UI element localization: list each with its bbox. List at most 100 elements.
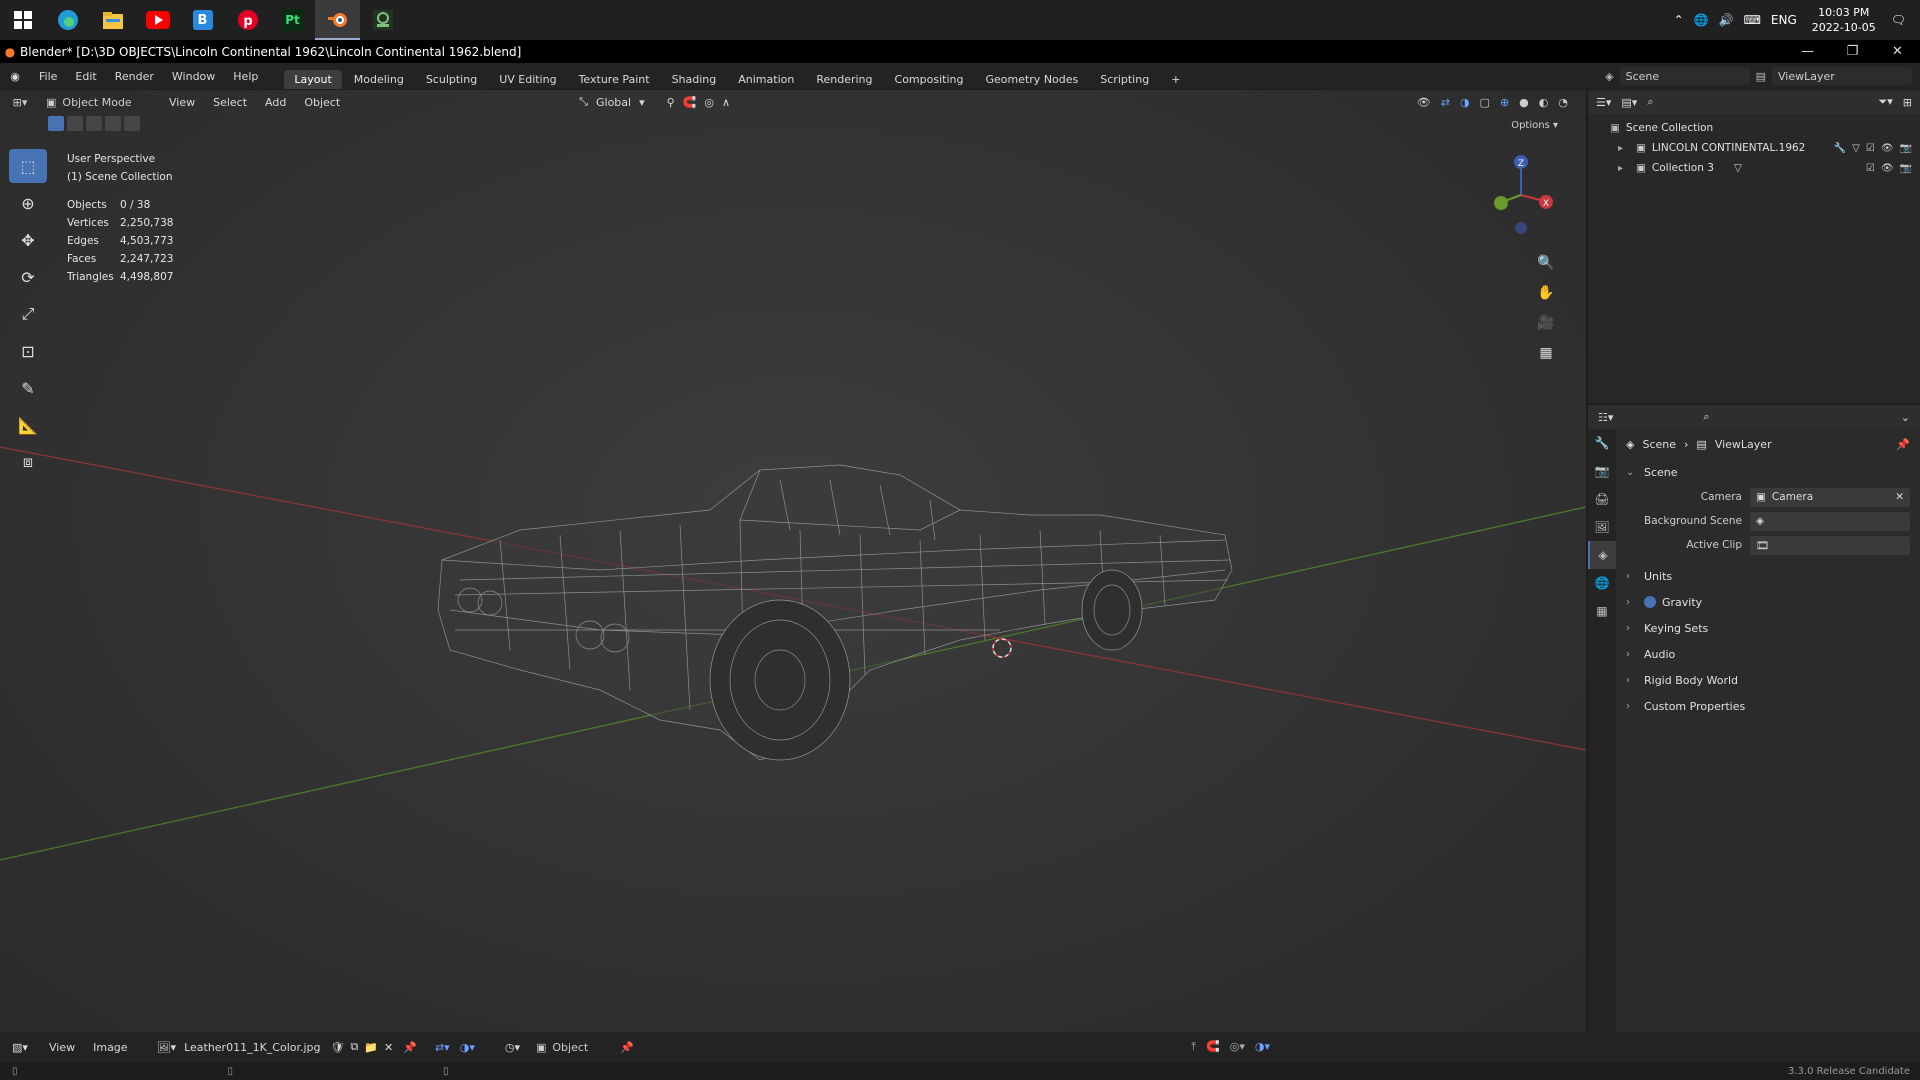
tab-geometry-nodes[interactable]: Geometry Nodes: [975, 70, 1088, 89]
snap-icon[interactable]: 🧲: [683, 96, 697, 109]
image-editor-icon[interactable]: ▧▾: [0, 1041, 40, 1054]
globe-icon[interactable]: 🌐: [1694, 13, 1709, 27]
clear-icon[interactable]: ✕: [1895, 491, 1904, 503]
world-tab-icon[interactable]: 🌐: [1588, 569, 1616, 597]
tab-shading[interactable]: Shading: [662, 70, 727, 89]
expand-arrow-icon[interactable]: ▸: [1618, 143, 1630, 154]
scale-tool-icon[interactable]: ⤢: [9, 297, 47, 331]
render-tab-icon[interactable]: 📷: [1588, 457, 1616, 485]
app-icon[interactable]: [360, 0, 405, 40]
tab-modeling[interactable]: Modeling: [344, 70, 414, 89]
pin-icon[interactable]: 📌: [620, 1041, 634, 1054]
overlay-toggle-icon[interactable]: ◑▾: [1255, 1040, 1270, 1054]
material-shading-icon[interactable]: ◐: [1539, 96, 1549, 109]
tab-animation[interactable]: Animation: [728, 70, 804, 89]
tab-compositing[interactable]: Compositing: [885, 70, 974, 89]
bottom-menu-view[interactable]: View: [40, 1041, 84, 1054]
search-icon[interactable]: ⌕: [1703, 410, 1709, 424]
close-icon[interactable]: ✕: [384, 1041, 393, 1054]
select-box-tool-icon[interactable]: ⬚: [9, 149, 47, 183]
pin-icon[interactable]: 📌: [403, 1041, 417, 1054]
proportional-edit-icon[interactable]: ◎: [704, 96, 714, 109]
menu-render[interactable]: Render: [106, 70, 163, 83]
keyboard-icon[interactable]: ⌨: [1744, 13, 1761, 27]
panel-audio[interactable]: › Audio: [1616, 641, 1920, 667]
pan-hand-icon[interactable]: ✋: [1533, 280, 1559, 306]
move-tool-icon[interactable]: ✥: [9, 223, 47, 257]
panel-keying-sets[interactable]: › Keying Sets: [1616, 615, 1920, 641]
tab-texture-paint[interactable]: Texture Paint: [569, 70, 660, 89]
viewlayer-selector[interactable]: ViewLayer: [1772, 67, 1912, 85]
select-new-icon[interactable]: [48, 116, 64, 131]
render-camera-icon[interactable]: 📷: [1900, 163, 1912, 174]
duplicate-icon[interactable]: ⧉: [350, 1040, 358, 1054]
wireframe-shading-icon[interactable]: ⊕: [1500, 96, 1509, 109]
select-intersect-icon[interactable]: [124, 116, 140, 131]
viewport-menu-add[interactable]: Add: [256, 96, 295, 109]
panel-scene-header[interactable]: ⌄ Scene: [1616, 459, 1920, 485]
clock[interactable]: 10:03 PM 2022-10-05: [1807, 5, 1881, 35]
zoom-icon[interactable]: 🔍: [1533, 250, 1559, 276]
chevron-up-icon[interactable]: ⌃: [1674, 13, 1684, 27]
mode-selector[interactable]: ▣ Object Mode: [40, 93, 150, 111]
expand-arrow-icon[interactable]: ▸: [1618, 163, 1630, 174]
outliner[interactable]: ☰▾ ▤▾ ⌕ ⏷▾ ⊞ ▣ Scene Collection ▸ ▣ LINC…: [1588, 90, 1920, 403]
tab-uv-editing[interactable]: UV Editing: [489, 70, 566, 89]
background-scene-field[interactable]: ◈: [1750, 511, 1910, 531]
xray-toggle-icon[interactable]: ▢: [1480, 96, 1490, 109]
image-browse-icon[interactable]: 🖼▾: [157, 1041, 177, 1054]
blender-icon[interactable]: [315, 0, 360, 40]
pin-icon[interactable]: 📌: [1896, 438, 1920, 451]
proportional-edit-icon[interactable]: ◎▾: [1230, 1040, 1245, 1054]
measure-tool-icon[interactable]: 📐: [9, 408, 47, 442]
falloff-icon[interactable]: ∧: [722, 96, 730, 109]
include-checkbox[interactable]: ☑: [1866, 143, 1875, 154]
select-subtract-icon[interactable]: [86, 116, 102, 131]
tab-rendering[interactable]: Rendering: [806, 70, 882, 89]
edge-icon[interactable]: [45, 0, 90, 40]
panel-gravity[interactable]: › Gravity: [1616, 589, 1920, 615]
scene-tab-icon[interactable]: ◈: [1588, 541, 1616, 569]
tab-sculpting[interactable]: Sculpting: [416, 70, 487, 89]
fake-user-icon[interactable]: 🛡: [331, 1041, 345, 1054]
menu-file[interactable]: File: [30, 70, 66, 83]
options-dropdown[interactable]: Options ▾: [1511, 120, 1558, 131]
outliner-row-collection3[interactable]: ▸ ▣ Collection 3 ▽ ☑ 👁 📷: [1588, 158, 1920, 178]
gizmo-toggle-icon[interactable]: ⇄▾: [435, 1041, 450, 1054]
chevron-down-icon[interactable]: ⌄: [1901, 411, 1910, 424]
3d-viewport[interactable]: ⊞▾ ▣ Object Mode View Select Add Object …: [0, 90, 1586, 1032]
file-explorer-icon[interactable]: [90, 0, 135, 40]
outliner-scene-collection[interactable]: ▣ Scene Collection: [1588, 118, 1920, 138]
viewport-type-icon[interactable]: ◷▾: [505, 1041, 520, 1054]
orientation-selector[interactable]: Global: [596, 96, 631, 109]
tool-tab-icon[interactable]: 🔧: [1588, 429, 1616, 457]
snap-icon[interactable]: 🧲: [1206, 1040, 1220, 1054]
viewport-menu-object[interactable]: Object: [295, 96, 349, 109]
camera-field[interactable]: ▣ Camera ✕: [1750, 487, 1910, 507]
gravity-checkbox[interactable]: [1644, 596, 1656, 608]
add-workspace-button[interactable]: +: [1161, 70, 1190, 89]
display-mode-icon[interactable]: ▤▾: [1621, 96, 1637, 109]
add-cube-tool-icon[interactable]: ⧈: [9, 445, 47, 479]
open-folder-icon[interactable]: 📁: [364, 1041, 378, 1054]
solid-shading-icon[interactable]: ●: [1519, 96, 1529, 109]
panel-units[interactable]: › Units: [1616, 563, 1920, 589]
view-layer-tab-icon[interactable]: 🖼: [1588, 513, 1616, 541]
eye-icon[interactable]: 👁: [1881, 163, 1894, 174]
pinterest-icon[interactable]: p: [225, 0, 270, 40]
visibility-icon[interactable]: 👁: [1417, 96, 1431, 109]
panel-custom-properties[interactable]: › Custom Properties: [1616, 693, 1920, 719]
restore-button[interactable]: ❐: [1830, 44, 1875, 59]
rendered-shading-icon[interactable]: ◔: [1558, 96, 1568, 109]
tab-scripting[interactable]: Scripting: [1090, 70, 1159, 89]
gizmo-toggle-icon[interactable]: ⇄: [1441, 96, 1450, 109]
output-tab-icon[interactable]: 🖨: [1588, 485, 1616, 513]
youtube-icon[interactable]: [135, 0, 180, 40]
ortho-grid-icon[interactable]: ▦: [1533, 340, 1559, 366]
filter-icon[interactable]: ⏷▾: [1878, 95, 1892, 109]
active-clip-field[interactable]: 🎞: [1750, 535, 1910, 555]
outliner-row-lincoln[interactable]: ▸ ▣ LINCOLN CONTINENTAL.1962 🔧 ▽ ☑ 👁 📷: [1588, 138, 1920, 158]
editor-type-icon[interactable]: ⊞▾: [0, 96, 40, 109]
speaker-icon[interactable]: 🔊: [1719, 13, 1734, 27]
viewport-menu-select[interactable]: Select: [204, 96, 256, 109]
